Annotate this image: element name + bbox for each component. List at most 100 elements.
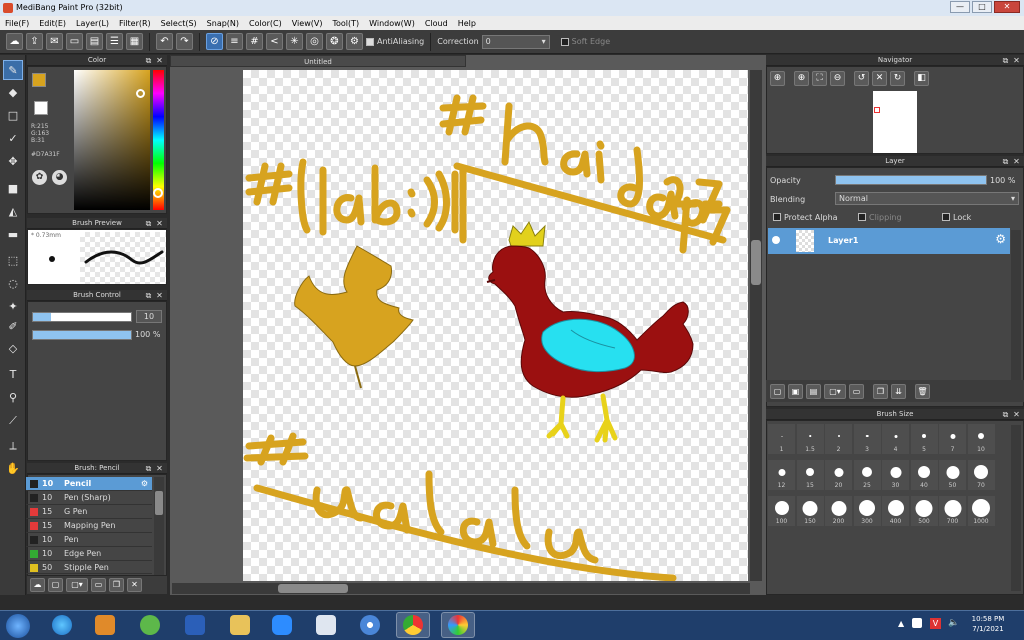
drawing-canvas[interactable] — [243, 70, 748, 582]
protect-alpha-checkbox[interactable] — [773, 213, 781, 221]
expand-icon[interactable]: ⧉ — [1001, 409, 1010, 420]
canvas-horizontal-scroll-thumb[interactable] — [278, 584, 348, 593]
close-icon[interactable]: ✕ — [1012, 55, 1021, 66]
file-explorer-icon[interactable] — [230, 615, 250, 635]
minimize-button[interactable]: — — [950, 1, 970, 13]
brush-size-option[interactable]: 500 — [910, 496, 938, 526]
close-icon[interactable]: ✕ — [155, 290, 164, 301]
brush-size-option[interactable]: 1.5 — [796, 424, 824, 454]
select-rect-icon[interactable]: ⬚ — [3, 251, 23, 271]
add-brush-icon[interactable]: ▢▾ — [66, 578, 88, 592]
zoom-fit-icon[interactable]: ⊕ — [770, 71, 785, 86]
dot-tool-icon[interactable]: □ — [3, 106, 23, 126]
divide-tool-icon[interactable]: ⟋ — [3, 411, 23, 431]
rotate-left-icon[interactable]: ↺ — [854, 71, 869, 86]
grid-icon[interactable]: ▦ — [126, 33, 143, 50]
brush-list-scrollbar[interactable] — [154, 477, 164, 575]
brush-item-edge-pen[interactable]: 10 Edge Pen — [26, 547, 152, 561]
brush-size-value[interactable]: 10 — [136, 310, 162, 323]
select-pen-icon[interactable]: ✐ — [3, 317, 23, 337]
lasso-icon[interactable]: ◌ — [3, 274, 23, 294]
canvas-vertical-scroll-thumb[interactable] — [751, 240, 761, 285]
new-layer-icon[interactable]: ▢ — [770, 383, 785, 399]
menu-cloud[interactable]: Cloud — [420, 19, 453, 28]
brush-size-option[interactable]: 30 — [882, 460, 909, 490]
cross-snap-icon[interactable]: # — [246, 33, 263, 50]
layer-row[interactable]: Layer1 ⚙ — [768, 228, 1010, 254]
brush-item-g-pen[interactable]: 15 G Pen — [26, 505, 152, 519]
soft-edge-checkbox[interactable] — [560, 37, 569, 46]
brush-item-pencil[interactable]: 10 Pencil ⚙ — [26, 477, 152, 491]
snap-off-icon[interactable]: ⊘ — [206, 33, 223, 50]
brush-size-option[interactable]: 100 — [768, 496, 795, 526]
fill-bucket-icon[interactable]: ◭ — [3, 202, 23, 222]
brush-size-option[interactable]: 5 — [910, 424, 938, 454]
redo-icon[interactable]: ↷ — [176, 33, 193, 50]
brush-size-option[interactable]: 70 — [967, 460, 995, 490]
hue-slider[interactable] — [153, 70, 164, 210]
hue-handle[interactable] — [153, 188, 163, 198]
menu-view[interactable]: View(V) — [287, 19, 328, 28]
transparent-color-swatch[interactable] — [34, 101, 48, 115]
cloud-brush-icon[interactable]: ☁ — [30, 578, 45, 592]
brush-size-option[interactable]: 10 — [967, 424, 995, 454]
navigator-viewport-marker[interactable] — [874, 107, 880, 113]
brush-item-pen-sharp[interactable]: 10 Pen (Sharp) — [26, 491, 152, 505]
menu-file[interactable]: File(F) — [0, 19, 34, 28]
tray-v-icon[interactable]: V — [930, 618, 941, 629]
vanishing-snap-icon[interactable]: < — [266, 33, 283, 50]
menu-edit[interactable]: Edit(E) — [34, 19, 71, 28]
brush-folder-icon[interactable]: ▭ — [91, 578, 106, 592]
shape-tool-icon[interactable]: ■ — [3, 179, 23, 199]
medibang-paint-icon[interactable] — [448, 615, 468, 635]
eyedropper-icon[interactable]: ⟂ — [3, 436, 23, 456]
upload-icon[interactable]: ⇪ — [26, 33, 43, 50]
color-picker-handle[interactable] — [136, 89, 145, 98]
brush-size-option[interactable]: 50 — [939, 460, 966, 490]
expand-icon[interactable]: ⧉ — [1001, 55, 1010, 66]
add-layer-dropdown-icon[interactable]: ▢▾ — [824, 383, 846, 399]
layer-opacity-slider[interactable] — [835, 175, 987, 185]
canvas-horizontal-scrollbar[interactable] — [172, 583, 750, 594]
menu-tool[interactable]: Tool(T) — [327, 19, 364, 28]
layer-list-scrollbar[interactable] — [1011, 230, 1021, 382]
brush-item-mapping-pen[interactable]: 15 Mapping Pen — [26, 519, 152, 533]
rotate-right-icon[interactable]: ↻ — [890, 71, 905, 86]
select-eraser-icon[interactable]: ◇ — [3, 339, 23, 359]
curve-snap-icon[interactable]: ❂ — [326, 33, 343, 50]
menu-window[interactable]: Window(W) — [364, 19, 420, 28]
merge-layer-icon[interactable]: ⇊ — [891, 383, 906, 399]
duplicate-brush-icon[interactable]: ❐ — [109, 578, 124, 592]
blending-dropdown[interactable]: Normal ▾ — [835, 192, 1019, 205]
magic-wand-icon[interactable]: ✦ — [3, 297, 23, 317]
saturation-value-picker[interactable] — [74, 70, 150, 210]
menu-color[interactable]: Color(C) — [244, 19, 287, 28]
move-tool-icon[interactable]: ✥ — [3, 152, 23, 172]
canvas-vertical-scrollbar[interactable] — [750, 70, 762, 581]
zoom-out-icon[interactable]: ⊖ — [830, 71, 845, 86]
brush-size-option[interactable]: 15 — [796, 460, 824, 490]
brush-size-option[interactable]: 40 — [910, 460, 938, 490]
delete-layer-icon[interactable]: 🗑 — [915, 383, 930, 399]
duplicate-layer-icon[interactable]: ❐ — [873, 383, 888, 399]
chrome-icon[interactable] — [403, 615, 423, 635]
close-icon[interactable]: ✕ — [1012, 409, 1021, 420]
internet-explorer-icon[interactable] — [52, 615, 72, 635]
close-icon[interactable]: ✕ — [155, 55, 164, 66]
brush-size-option[interactable]: 400 — [882, 496, 909, 526]
antialiasing-checkbox[interactable] — [366, 37, 374, 46]
menu-filter[interactable]: Filter(R) — [114, 19, 156, 28]
radial-snap-icon[interactable]: ✳ — [286, 33, 303, 50]
new-halftone-layer-icon[interactable]: ▣ — [788, 383, 803, 399]
brush-item-pen[interactable]: 10 Pen — [26, 533, 152, 547]
close-icon[interactable]: ✕ — [155, 463, 164, 474]
brush-size-scrollbar[interactable] — [1011, 425, 1021, 591]
brush-size-option[interactable]: 300 — [853, 496, 881, 526]
fit-window-icon[interactable]: ⛶ — [812, 71, 827, 86]
undo-icon[interactable]: ↶ — [156, 33, 173, 50]
concentric-snap-icon[interactable]: ◎ — [306, 33, 323, 50]
brush-size-option[interactable]: 200 — [825, 496, 852, 526]
menu-snap[interactable]: Snap(N) — [202, 19, 244, 28]
chrome-blue-icon[interactable] — [360, 615, 380, 635]
new-brush-icon[interactable]: ▢ — [48, 578, 63, 592]
